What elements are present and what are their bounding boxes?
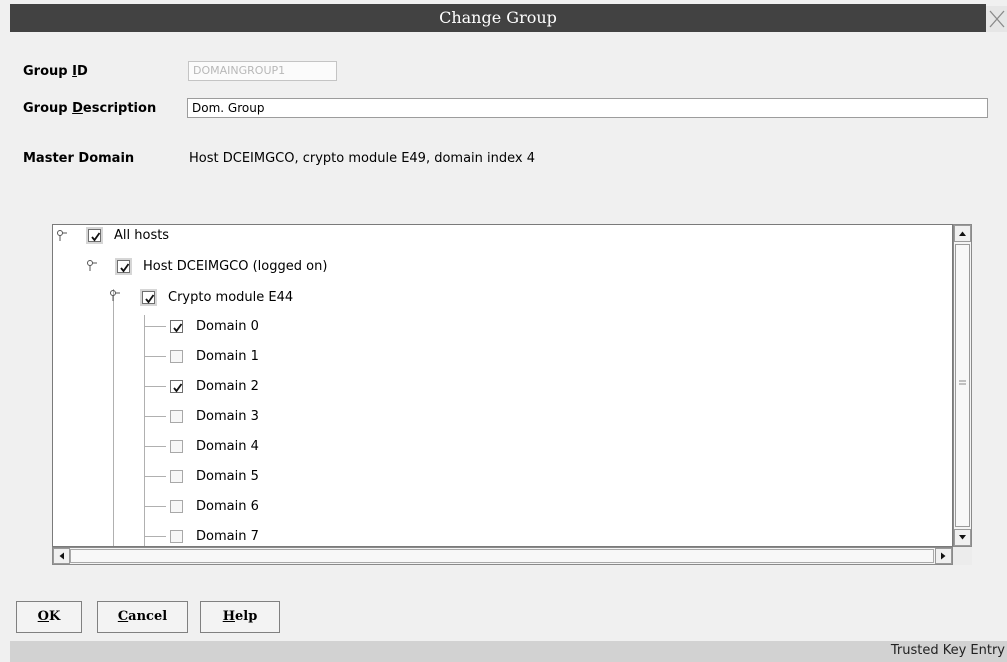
tree-node-domain-0[interactable]: Domain 0	[170, 319, 370, 342]
dialog-title-bar: Change Group	[10, 4, 986, 32]
status-text: Trusted Key Entry	[890, 643, 1005, 658]
vertical-scrollbar[interactable]	[953, 224, 972, 547]
group-description-label: Group Description	[23, 101, 157, 116]
scroll-thumb[interactable]	[955, 244, 970, 527]
checkbox[interactable]	[170, 380, 183, 393]
checkbox[interactable]	[115, 258, 132, 275]
checkbox[interactable]	[170, 440, 183, 453]
tree-expand-toggle[interactable]	[86, 257, 100, 279]
scroll-up-button[interactable]	[954, 225, 971, 242]
checkbox[interactable]	[140, 289, 157, 306]
tree-node-domain-2[interactable]: Domain 2	[170, 379, 370, 402]
dialog-title: Change Group	[439, 8, 557, 27]
tree-node-domain-6[interactable]: Domain 6	[170, 499, 370, 522]
master-domain-label: Master Domain	[23, 151, 135, 166]
close-button[interactable]	[986, 6, 1007, 32]
checkbox[interactable]	[170, 500, 183, 513]
group-id-label: Group ID	[23, 64, 88, 79]
key-icon	[87, 260, 97, 271]
checkbox[interactable]	[86, 227, 103, 244]
group-description-field[interactable]: Dom. Group	[187, 98, 988, 118]
tree-node-crypto-module[interactable]: Crypto module E44	[140, 289, 442, 313]
cancel-button[interactable]: Cancel	[97, 601, 188, 633]
group-tree[interactable]: All hosts Host DCEIMGCO (logged on) Cryp…	[52, 224, 953, 547]
tree-expand-toggle[interactable]	[56, 227, 70, 249]
tree-node-domain-3[interactable]: Domain 3	[170, 409, 370, 432]
scroll-right-button[interactable]	[935, 548, 952, 564]
tree-expand-toggle[interactable]	[109, 287, 123, 309]
scroll-thumb[interactable]	[70, 549, 934, 563]
tree-node-domain-4[interactable]: Domain 4	[170, 439, 370, 462]
arrow-right-icon	[941, 552, 946, 560]
status-bar: Trusted Key Entry	[10, 641, 1007, 662]
arrow-left-icon	[59, 552, 64, 560]
ok-button[interactable]: OK	[16, 601, 82, 633]
scroll-corner	[953, 547, 972, 565]
checkbox[interactable]	[170, 530, 183, 543]
checkbox[interactable]	[170, 320, 183, 333]
close-icon	[989, 10, 1005, 28]
arrow-up-icon	[959, 231, 966, 236]
horizontal-scrollbar[interactable]	[52, 547, 953, 565]
master-domain-value: Host DCEIMGCO, crypto module E49, domain…	[189, 151, 536, 166]
arrow-down-icon	[959, 535, 966, 540]
tree-node-domain-7[interactable]: Domain 7	[170, 529, 370, 546]
key-icon	[57, 230, 67, 241]
scroll-left-button[interactable]	[53, 548, 70, 564]
checkbox[interactable]	[170, 410, 183, 423]
tree-node-host[interactable]: Host DCEIMGCO (logged on)	[115, 258, 417, 282]
key-icon	[110, 290, 120, 301]
tree-node-all-hosts[interactable]: All hosts	[86, 227, 288, 251]
tree-node-domain-5[interactable]: Domain 5	[170, 469, 370, 492]
scroll-down-button[interactable]	[954, 529, 971, 546]
tree-node-domain-1[interactable]: Domain 1	[170, 349, 370, 372]
checkbox[interactable]	[170, 470, 183, 483]
group-id-field: DOMAINGROUP1	[188, 61, 337, 81]
help-button[interactable]: Help	[200, 601, 280, 633]
checkbox[interactable]	[170, 350, 183, 363]
